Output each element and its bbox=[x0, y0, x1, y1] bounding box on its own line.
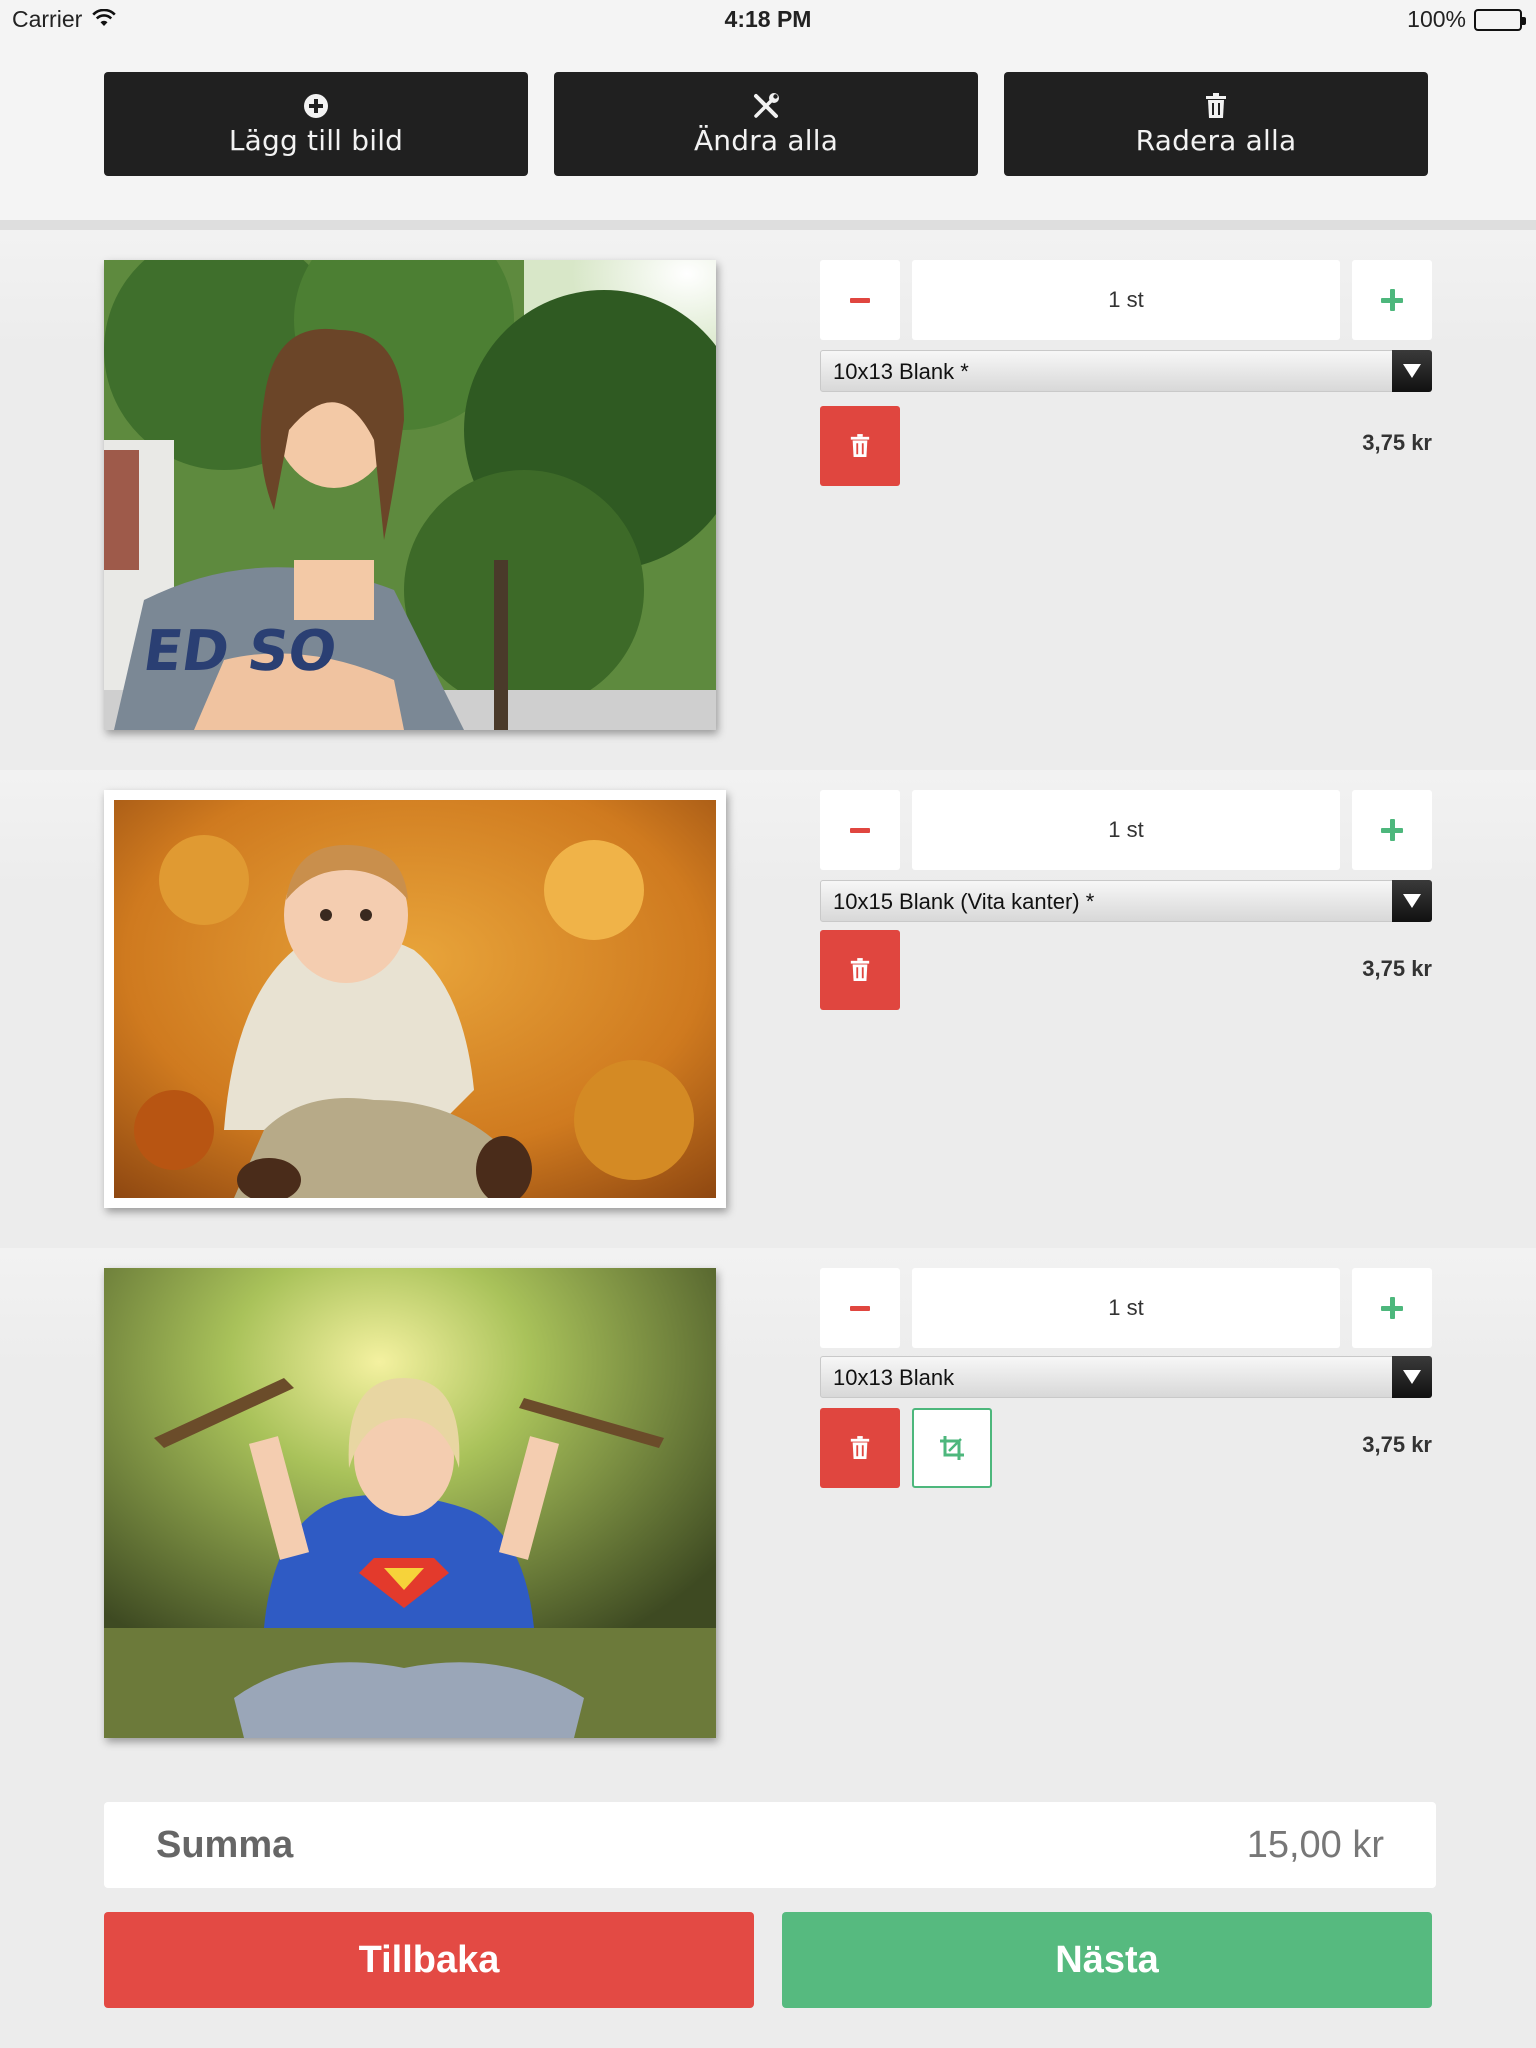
delete-item-button[interactable] bbox=[820, 930, 900, 1010]
decrease-quantity-button[interactable] bbox=[820, 1268, 900, 1348]
delete-all-button[interactable]: Radera alla bbox=[1004, 72, 1428, 176]
add-image-label: Lägg till bild bbox=[228, 123, 404, 157]
quantity-field[interactable]: 1 st bbox=[912, 1268, 1340, 1348]
tools-icon bbox=[752, 92, 780, 120]
plus-circle-icon bbox=[302, 92, 330, 120]
format-select[interactable]: 10x15 Blank (Vita kanter) * bbox=[820, 880, 1432, 922]
toolbar: Lägg till bild Ändra alla Radera alla bbox=[0, 40, 1536, 220]
svg-text:ED SO: ED SO bbox=[139, 619, 340, 684]
item-price: 3,75 kr bbox=[1362, 430, 1432, 455]
photo-image: ED SO bbox=[104, 260, 716, 730]
status-right: 100% bbox=[1407, 6, 1526, 33]
increase-quantity-button[interactable] bbox=[1352, 260, 1432, 340]
minus-icon bbox=[850, 827, 870, 833]
plus-icon bbox=[1381, 819, 1403, 841]
minus-icon bbox=[850, 1305, 870, 1311]
minus-icon bbox=[850, 297, 870, 303]
toolbar-divider bbox=[0, 220, 1536, 230]
plus-icon bbox=[1381, 289, 1403, 311]
delete-item-button[interactable] bbox=[820, 1408, 900, 1488]
trash-icon bbox=[1202, 92, 1230, 120]
dropdown-arrow-icon bbox=[1392, 1356, 1432, 1398]
next-button[interactable]: Nästa bbox=[782, 1912, 1432, 2008]
add-image-button[interactable]: Lägg till bild bbox=[104, 72, 528, 176]
photo-baby-in-autumn-leaves[interactable] bbox=[104, 790, 726, 1208]
photo-child-in-superman-shirt[interactable] bbox=[104, 1268, 716, 1738]
plus-icon bbox=[1381, 1297, 1403, 1319]
photo-image bbox=[104, 1268, 716, 1738]
delete-all-label: Radera alla bbox=[1135, 123, 1297, 157]
quantity-field[interactable]: 1 st bbox=[912, 260, 1340, 340]
trash-icon bbox=[850, 958, 870, 981]
status-bar: Carrier 4:18 PM 100% bbox=[0, 0, 1536, 40]
decrease-quantity-button[interactable] bbox=[820, 790, 900, 870]
quantity-field[interactable]: 1 st bbox=[912, 790, 1340, 870]
order-item-1: ED SO 1 st 10x13 Blank * 3,75 kr bbox=[0, 230, 1536, 770]
dropdown-arrow-icon bbox=[1392, 880, 1432, 922]
edit-all-label: Ändra alla bbox=[693, 123, 839, 157]
delete-item-button[interactable] bbox=[820, 406, 900, 486]
increase-quantity-button[interactable] bbox=[1352, 1268, 1432, 1348]
crop-icon bbox=[940, 1436, 964, 1460]
summary-label: Summa bbox=[156, 1824, 294, 1866]
dropdown-arrow-icon bbox=[1392, 350, 1432, 392]
decrease-quantity-button[interactable] bbox=[820, 260, 900, 340]
increase-quantity-button[interactable] bbox=[1352, 790, 1432, 870]
order-item-2: 1 st 10x15 Blank (Vita kanter) * 3,75 kr bbox=[0, 770, 1536, 1248]
trash-icon bbox=[850, 1436, 870, 1459]
back-button[interactable]: Tillbaka bbox=[104, 1912, 754, 2008]
format-select-value: 10x13 Blank bbox=[833, 1365, 955, 1390]
order-summary: Summa 15,00 kr bbox=[104, 1802, 1436, 1888]
battery-percent: 100% bbox=[1407, 6, 1466, 32]
battery-icon bbox=[1474, 8, 1526, 31]
format-select[interactable]: 10x13 Blank bbox=[820, 1356, 1432, 1398]
summary-total: 15,00 kr bbox=[1246, 1824, 1384, 1866]
edit-all-button[interactable]: Ändra alla bbox=[554, 72, 978, 176]
format-select[interactable]: 10x13 Blank * bbox=[820, 350, 1432, 392]
format-select-value: 10x15 Blank (Vita kanter) * bbox=[833, 889, 1095, 914]
order-item-3: 1 st 10x13 Blank 3,75 kr bbox=[0, 1248, 1536, 1768]
status-time: 4:18 PM bbox=[724, 6, 812, 32]
format-select-value: 10x13 Blank * bbox=[833, 359, 969, 384]
crop-image-button[interactable] bbox=[912, 1408, 992, 1488]
item-price: 3,75 kr bbox=[1362, 956, 1432, 981]
photo-image bbox=[114, 800, 716, 1198]
item-price: 3,75 kr bbox=[1362, 1432, 1432, 1457]
photo-boy-under-tree[interactable]: ED SO bbox=[104, 260, 716, 730]
trash-icon bbox=[850, 434, 870, 457]
